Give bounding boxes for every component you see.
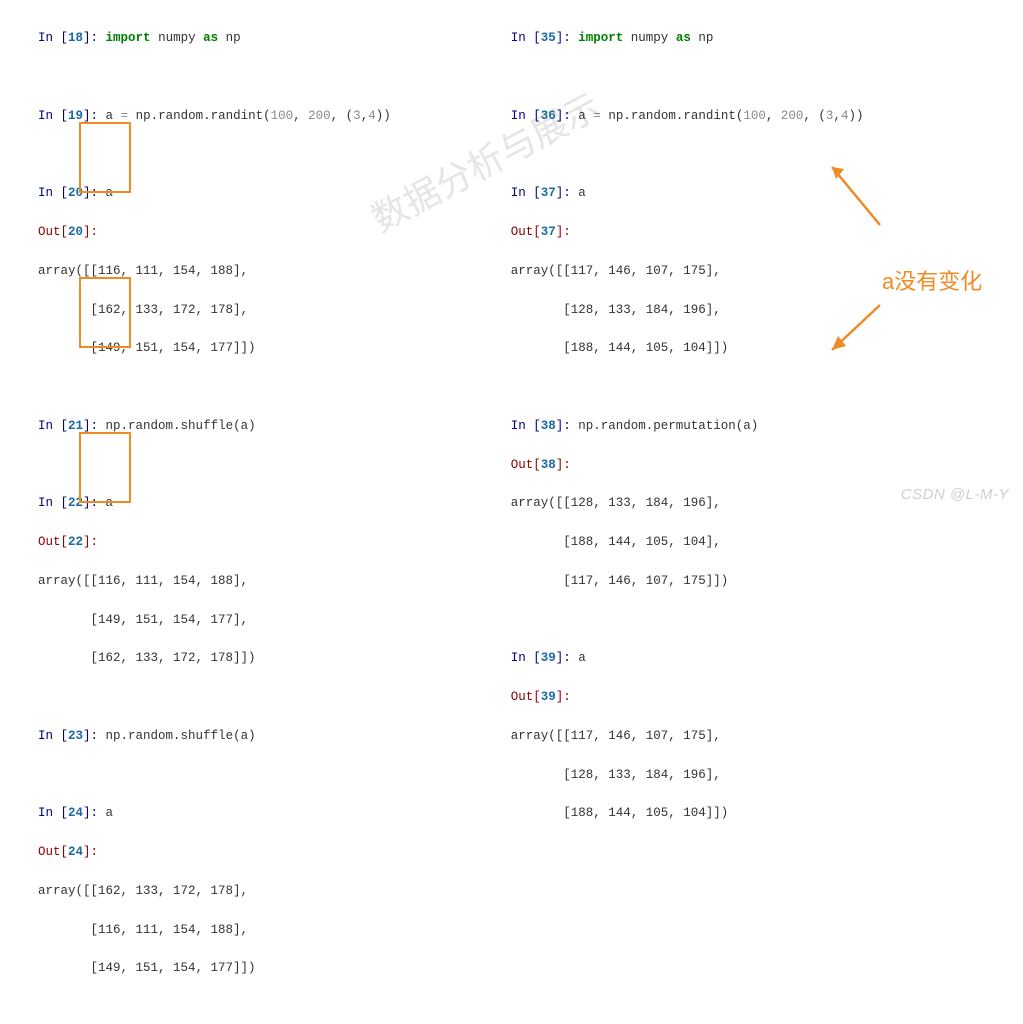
cell-38-out: Out[38]: <box>511 456 864 475</box>
arr20-l2: [162, 133, 172, 178], <box>38 301 391 320</box>
right-column: In [35]: import numpy as np In [36]: a =… <box>511 10 864 1024</box>
arr37-l1: array([[117, 146, 107, 175], <box>511 262 864 281</box>
cell-23: In [23]: np.random.shuffle(a) <box>38 727 391 746</box>
arr39-l3: [188, 144, 105, 104]]) <box>511 804 864 823</box>
arr22-l3: [162, 133, 172, 178]]) <box>38 649 391 668</box>
annotation-text: a没有变化 <box>882 265 982 299</box>
cell-36: In [36]: a = np.random.randint(100, 200,… <box>511 107 864 126</box>
arr20-l3: [149, 151, 154, 177]]) <box>38 339 391 358</box>
cell-20-in: In [20]: a <box>38 184 391 203</box>
cell-22-out: Out[22]: <box>38 533 391 552</box>
arr24-l2: [116, 111, 154, 188], <box>38 921 391 940</box>
arr24-l3: [149, 151, 154, 177]]) <box>38 959 391 978</box>
cell-37-out: Out[37]: <box>511 223 864 242</box>
cell-39-out: Out[39]: <box>511 688 864 707</box>
arr39-l1: array([[117, 146, 107, 175], <box>511 727 864 746</box>
arr22-l2: [149, 151, 154, 177], <box>38 611 391 630</box>
cell-18: In [18]: import numpy as np <box>38 29 391 48</box>
arr38-l1: array([[128, 133, 184, 196], <box>511 494 864 513</box>
csdn-watermark: CSDN @L-M-Y <box>901 483 1009 506</box>
cell-38-in: In [38]: np.random.permutation(a) <box>511 417 864 436</box>
arr39-l2: [128, 133, 184, 196], <box>511 766 864 785</box>
cell-35: In [35]: import numpy as np <box>511 29 864 48</box>
arr38-l3: [117, 146, 107, 175]]) <box>511 572 864 591</box>
arr22-l1: array([[116, 111, 154, 188], <box>38 572 391 591</box>
cell-21: In [21]: np.random.shuffle(a) <box>38 417 391 436</box>
cell-37-in: In [37]: a <box>511 184 864 203</box>
cell-19: In [19]: a = np.random.randint(100, 200,… <box>38 107 391 126</box>
arr20-l1: array([[116, 111, 154, 188], <box>38 262 391 281</box>
arr37-l2: [128, 133, 184, 196], <box>511 301 864 320</box>
arr24-l1: array([[162, 133, 172, 178], <box>38 882 391 901</box>
cell-39-in: In [39]: a <box>511 649 864 668</box>
arr38-l2: [188, 144, 105, 104], <box>511 533 864 552</box>
cell-24-in: In [24]: a <box>38 804 391 823</box>
arr37-l3: [188, 144, 105, 104]]) <box>511 339 864 358</box>
cell-20-out: Out[20]: <box>38 223 391 242</box>
cell-24-out: Out[24]: <box>38 843 391 862</box>
left-column: In [18]: import numpy as np In [19]: a =… <box>38 10 391 1024</box>
cell-22-in: In [22]: a <box>38 494 391 513</box>
